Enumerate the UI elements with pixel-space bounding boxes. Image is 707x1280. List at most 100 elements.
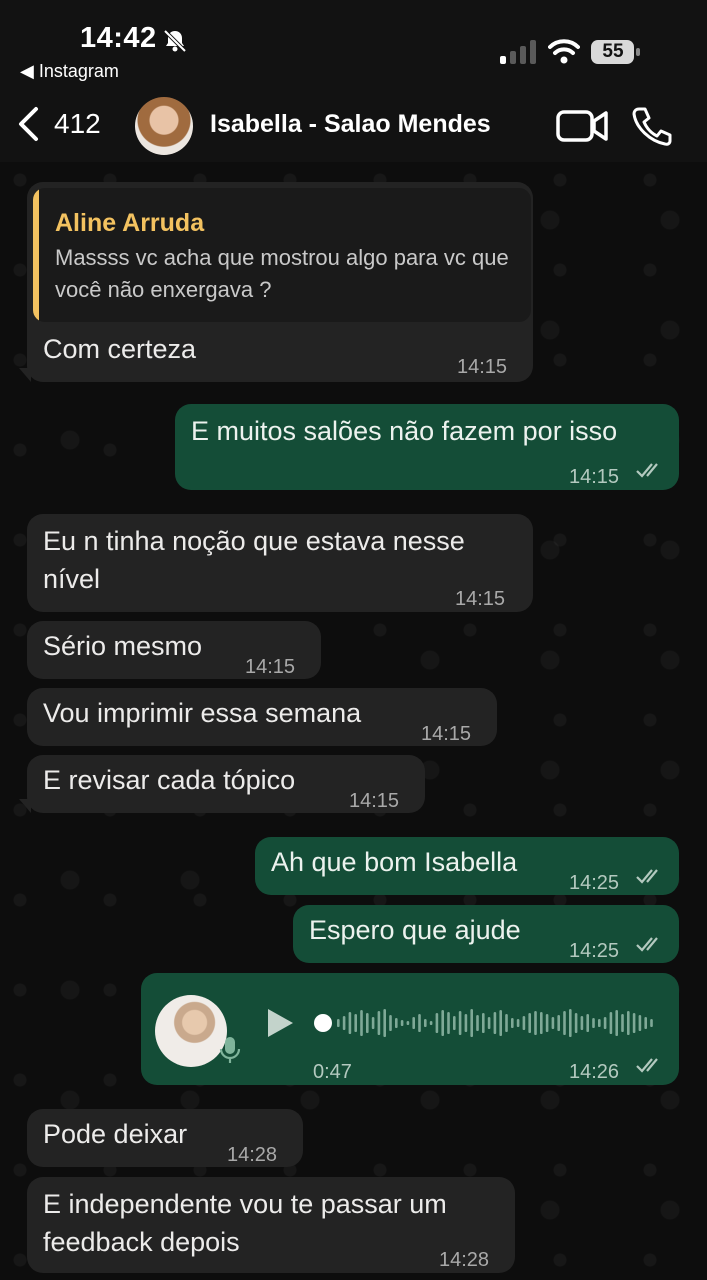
waveform-bar (406, 1021, 410, 1025)
message-bubble-incoming[interactable]: E revisar cada tópico 14:15 (19, 755, 425, 813)
video-call-icon[interactable] (556, 108, 608, 144)
waveform-bar (418, 1014, 421, 1032)
waveform-bar (551, 1017, 555, 1029)
message-bubble-outgoing[interactable]: Ah que bom Isabella 14:25 (255, 837, 679, 895)
audio-waveform[interactable] (313, 1005, 658, 1041)
double-check-icon (636, 1058, 658, 1073)
waveform-bar (453, 1016, 456, 1030)
waveform-bar (412, 1017, 415, 1029)
back-button[interactable]: 412 (14, 100, 101, 148)
waveform-bar (592, 1018, 595, 1028)
battery-level: 55 (602, 41, 624, 62)
waveform-bar (627, 1011, 630, 1035)
message-bubble-incoming[interactable]: Eu n tinha noção que estava nesse nível … (27, 514, 533, 612)
message-text-line: E independente vou te passar um (43, 1189, 447, 1219)
voice-sender-avatar (155, 995, 227, 1067)
play-icon[interactable] (265, 1007, 295, 1039)
message-time: 14:26 (569, 1061, 620, 1083)
waveform-bar (598, 1019, 601, 1027)
waveform-bar (389, 1015, 392, 1031)
status-bar: 14:42 ◀ Instagram 55 (0, 0, 707, 90)
waveform-bar (580, 1016, 584, 1030)
double-check-icon (636, 463, 658, 478)
message-text-line: nível (43, 564, 101, 594)
quote-accent-bar (33, 188, 39, 322)
message-time: 14:15 (421, 723, 472, 745)
voice-duration: 0:47 (313, 1061, 352, 1083)
waveform-bar (476, 1015, 479, 1031)
waveform-bar (574, 1013, 578, 1033)
waveform-bar (383, 1009, 386, 1037)
waveform-bar (487, 1017, 491, 1029)
message-time: 14:15 (245, 656, 296, 678)
waveform-bar (644, 1017, 647, 1029)
waveform-bar (441, 1010, 444, 1036)
message-time: 14:28 (227, 1144, 278, 1166)
voice-message-bubble[interactable]: 0:47 14:26 (141, 973, 679, 1085)
waveform-bar (482, 1013, 485, 1033)
waveform-bar (470, 1009, 473, 1037)
waveform-bar (534, 1011, 537, 1035)
waveform-bar (464, 1014, 468, 1032)
bell-slash-icon (163, 29, 187, 53)
wifi-icon (548, 39, 580, 64)
quoted-author: Aline Arruda (55, 209, 205, 237)
waveform-bar (511, 1018, 514, 1028)
message-text: Ah que bom Isabella (271, 847, 518, 877)
double-check-icon (636, 937, 658, 952)
waveform-bar (557, 1015, 560, 1031)
phone-icon[interactable] (630, 106, 672, 146)
waveform-bar (621, 1014, 624, 1032)
waveform-bar (569, 1009, 572, 1037)
message-text: E revisar cada tópico (43, 765, 296, 795)
message-text: Sério mesmo (43, 631, 203, 661)
message-text-line: Eu n tinha noção que estava nesse (43, 526, 465, 556)
waveform-bar (586, 1014, 589, 1032)
waveform-bar (354, 1014, 357, 1032)
double-check-icon (636, 869, 658, 884)
message-text: Espero que ajude (309, 915, 521, 945)
waveform-bar (366, 1013, 369, 1033)
message-bubble-incoming[interactable]: Aline Arruda Massss vc acha que mostrou … (19, 182, 533, 382)
waveform-bar (435, 1013, 439, 1033)
message-bubble-incoming[interactable]: Sério mesmo 14:15 (27, 621, 321, 679)
waveform-bar (638, 1015, 642, 1031)
message-bubble-incoming[interactable]: E independente vou te passar um feedback… (27, 1177, 515, 1273)
waveform-bar (632, 1013, 636, 1033)
waveform-bar (615, 1010, 618, 1036)
waveform-bar (342, 1016, 346, 1030)
waveform-bar (447, 1012, 450, 1034)
waveform-bar (337, 1019, 340, 1027)
quoted-message[interactable]: Aline Arruda Massss vc acha que mostrou … (33, 188, 531, 322)
waveform-bar (516, 1019, 520, 1027)
mic-icon (219, 1037, 241, 1063)
message-time: 14:15 (455, 588, 506, 610)
message-text: Vou imprimir essa semana (43, 698, 362, 728)
contact-avatar[interactable] (135, 97, 193, 155)
status-time: 14:42 (80, 22, 157, 54)
waveform-bar (603, 1017, 607, 1029)
back-to-instagram-link[interactable]: ◀ Instagram (20, 61, 119, 82)
waveform-bar (400, 1020, 404, 1026)
unread-count: 412 (54, 108, 101, 139)
contact-name[interactable]: Isabella - Salao Mendes (210, 110, 491, 139)
battery-icon: 55 (591, 40, 641, 64)
quoted-text: Massss vc acha que mostrou algo para vc … (55, 245, 509, 302)
message-bubble-incoming[interactable]: Pode deixar 14:28 (27, 1109, 303, 1167)
waveform-bar (458, 1011, 462, 1035)
signal-icon (500, 40, 536, 64)
waveform-bar (429, 1021, 433, 1025)
waveform-bar (650, 1019, 653, 1027)
message-time: 14:15 (349, 790, 400, 812)
message-bubble-incoming[interactable]: Vou imprimir essa semana 14:15 (27, 688, 497, 746)
waveform-bar (371, 1017, 375, 1029)
chevron-left-icon (19, 107, 38, 141)
message-text: E muitos salões não fazem por isso (191, 416, 618, 446)
waveform-bar (545, 1014, 549, 1032)
message-time: 14:25 (569, 940, 620, 962)
waveform-bar (360, 1010, 363, 1036)
message-bubble-outgoing[interactable]: E muitos salões não fazem por isso 14:15 (175, 404, 679, 490)
message-bubble-outgoing[interactable]: Espero que ajude 14:25 (293, 905, 679, 963)
waveform-bar (522, 1016, 526, 1030)
message-text: Pode deixar (43, 1119, 188, 1149)
